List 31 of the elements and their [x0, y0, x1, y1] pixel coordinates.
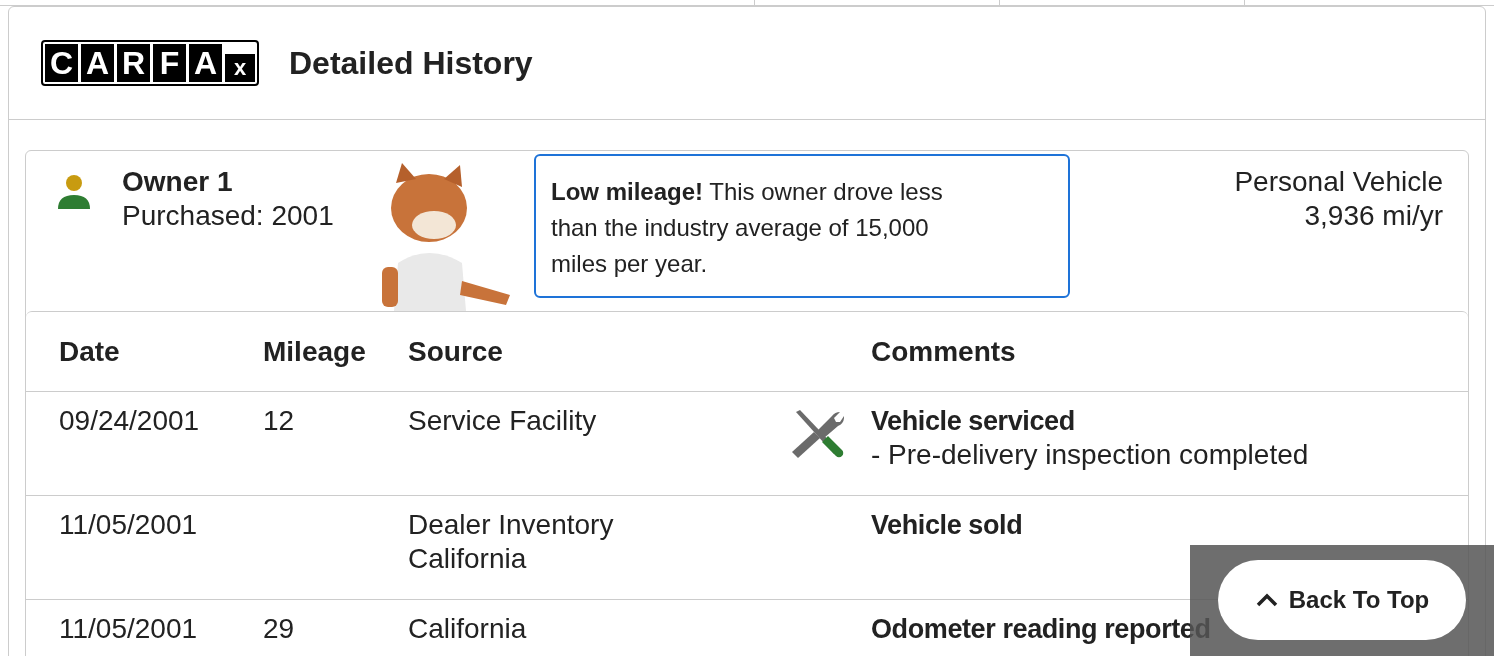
source-line: California: [408, 612, 527, 646]
low-mileage-callout: Low mileage! This owner drove less than the industry average of 15,000 miles per year.: [534, 154, 1070, 298]
column-header: Mileage: [263, 334, 367, 369]
chevron-up-icon: [1254, 592, 1279, 608]
source-line: Service Facility: [408, 404, 597, 438]
column-header: Date: [59, 334, 121, 369]
mileage-cell: 12: [263, 405, 295, 436]
column-header: Comments: [871, 334, 1017, 369]
logo-letter: F: [153, 44, 186, 82]
source-line: California: [408, 542, 527, 576]
date-cell-text: 11/05/2001: [59, 612, 199, 646]
owner-name: Owner 1: [122, 165, 234, 199]
comment-title: Vehicle sold: [871, 509, 1023, 542]
comment-detail: - Pre-delivery inspection completed: [871, 438, 1309, 472]
page-title: Detailed History: [289, 44, 533, 83]
mileage-per-year: 3,936 mi/yr: [1304, 199, 1443, 233]
back-to-top-button[interactable]: Back To Top: [1218, 560, 1466, 640]
person-icon: [56, 173, 92, 209]
date-cell-text: 09/24/2001: [59, 404, 201, 438]
mileage-cell: 29: [263, 613, 295, 644]
vehicle-usage: Personal Vehicle: [1234, 165, 1443, 199]
logo-letter: x: [225, 54, 255, 82]
source-line: Dealer Inventory: [408, 508, 614, 542]
logo-letter: C: [45, 44, 78, 82]
purchase-year: Purchased: 2001: [122, 199, 335, 233]
logo-letter: R: [117, 44, 150, 82]
date-cell-text: 11/05/2001: [59, 508, 199, 542]
comment-title: Vehicle serviced: [871, 405, 1075, 438]
logo-letter: A: [189, 44, 222, 82]
logo-letter: A: [81, 44, 114, 82]
column-header: Source: [408, 334, 504, 369]
